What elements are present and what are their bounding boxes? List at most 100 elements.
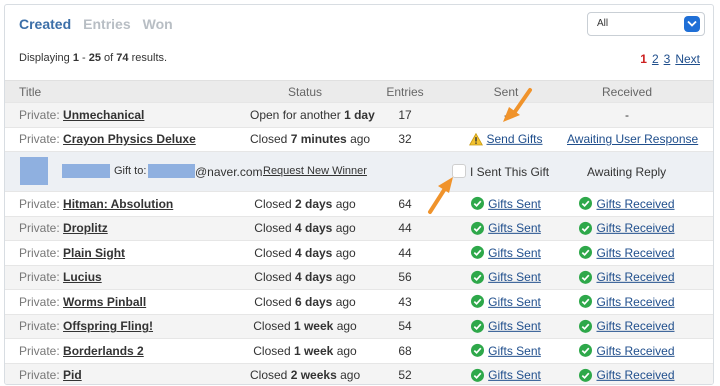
gifts-sent-link[interactable]: Gifts Sent [488,319,541,333]
table-row: Private: Lucius Closed 4 days ago 56 Gif… [5,264,713,289]
gifts-sent-link[interactable]: Gifts Sent [488,270,541,284]
game-link[interactable]: Pid [63,368,82,382]
gifts-received-link[interactable]: Gifts Received [596,221,674,235]
table-header: Title Status Entries Sent Received [5,80,713,102]
annotation-arrow-icon [503,88,532,122]
title-cell: Private: Droplitz [19,221,108,235]
gifts-received-link[interactable]: Gifts Received [596,197,674,211]
sent-cell: Gifts Sent [451,246,561,260]
game-link[interactable]: Lucius [63,270,102,284]
game-link[interactable]: Hitman: Absolution [63,197,173,211]
giveaways-table: Title Status Entries Sent Received Priva… [5,80,713,384]
title-cell: Private: Unmechanical [19,108,144,122]
next-page-link[interactable]: Next [675,52,700,66]
awaiting-response-link[interactable]: Awaiting User Response [567,132,698,146]
sent-gift-label[interactable]: I Sent This Gift [470,165,549,179]
received-cell: Gifts Received [567,246,687,260]
status-duration: 1 day [344,107,375,122]
results-summary: Displaying 1 - 25 of 74 results. [19,52,167,64]
status-cell: Closed 1 week ago [250,344,360,358]
private-prefix: Private: [19,319,60,334]
received-cell: Gifts Received [567,197,687,211]
tab-created[interactable]: Created [19,16,71,32]
game-link[interactable]: Worms Pinball [63,295,146,309]
check-circle-icon [579,368,593,382]
game-link[interactable]: Crayon Physics Deluxe [63,132,196,146]
status-cell: Closed 6 days ago [250,295,360,309]
gifts-sent-link[interactable]: Gifts Sent [488,344,541,358]
tab-won[interactable]: Won [143,16,173,32]
summary-of: of [104,52,114,64]
page-link-2[interactable]: 2 [652,52,659,66]
game-link[interactable]: Offspring Fling! [63,319,153,333]
entries-cell: 56 [398,270,412,285]
status-suffix: ago [336,319,357,334]
table-row: Private: Borderlands 2 Closed 1 week ago… [5,338,713,363]
game-link[interactable]: Plain Sight [63,246,125,260]
entries-cell: 68 [398,343,412,358]
filter-select[interactable]: All [587,12,705,36]
chevron-down-icon[interactable] [684,16,700,32]
status-text: Closed [254,221,292,236]
page-link-3[interactable]: 3 [664,52,671,66]
request-new-winner-link[interactable]: Request New Winner [263,165,367,177]
gifts-received-link[interactable]: Gifts Received [596,295,674,309]
game-link[interactable]: Droplitz [63,221,108,235]
gifts-received-link[interactable]: Gifts Received [596,368,674,382]
table-row: Private: Droplitz Closed 4 days ago 44 G… [5,215,713,240]
summary-suffix: results. [131,52,168,64]
col-entries: Entries [386,84,424,99]
private-prefix: Private: [19,368,60,383]
title-cell: Private: Hitman: Absolution [19,197,173,211]
table-row: Private: Offspring Fling! Closed 1 week … [5,313,713,338]
private-prefix: Private: [19,294,60,309]
gifts-received-link[interactable]: Gifts Received [596,319,674,333]
status-text: Open for another [250,107,341,122]
check-circle-icon [579,270,593,284]
received-cell: Gifts Received [567,344,687,358]
received-cell: Awaiting User Response [567,132,698,146]
game-link[interactable]: Unmechanical [63,108,144,122]
status-cell: Closed 4 days ago [250,270,360,284]
gifts-sent-link[interactable]: Gifts Sent [488,197,541,211]
status-text: Closed [253,319,291,334]
status-suffix: ago [335,196,356,211]
table-row: Private: Worms Pinball Closed 6 days ago… [5,289,713,314]
gifts-received-link[interactable]: Gifts Received [596,246,674,260]
private-prefix: Private: [19,343,60,358]
status-suffix: ago [335,245,356,260]
status-suffix: ago [335,221,356,236]
title-cell: Private: Pid [19,368,82,382]
check-circle-icon [471,196,485,210]
title-cell: Private: Crayon Physics Deluxe [19,132,196,146]
table-row: Private: Pid Closed 2 weeks ago 52 Gifts… [5,362,713,384]
giveaways-panel: Created Entries Won All Displaying 1 - 2… [4,4,714,385]
gifts-sent-link[interactable]: Gifts Sent [488,295,541,309]
received-cell: Gifts Received [567,368,687,382]
summary-from: 1 [72,52,79,64]
sent-cell: Gifts Sent [451,319,561,333]
gift-to-label: Gift to: [114,165,147,177]
check-circle-icon [579,196,593,210]
summary-prefix: Displaying [19,52,70,64]
send-gifts-link[interactable]: Send Gifts [486,132,542,146]
check-circle-icon [579,319,593,333]
col-received: Received [601,84,653,99]
received-cell: Gifts Received [567,319,687,333]
gifts-sent-link[interactable]: Gifts Sent [488,246,541,260]
tab-entries[interactable]: Entries [83,16,130,32]
gifts-received-link[interactable]: Gifts Received [596,344,674,358]
private-prefix: Private: [19,270,60,285]
status-duration: 4 days [294,270,333,285]
status-text: Closed [250,132,288,147]
entries-cell: 44 [398,221,412,236]
summary-dash: - [82,52,86,64]
status-cell: Closed 7 minutes ago [250,132,370,147]
gifts-sent-link[interactable]: Gifts Sent [488,221,541,235]
private-prefix: Private: [19,196,60,211]
status-cell: Closed 1 week ago [250,319,360,333]
entries-cell: 52 [398,368,412,383]
gifts-sent-link[interactable]: Gifts Sent [488,368,541,382]
game-link[interactable]: Borderlands 2 [63,344,144,358]
gifts-received-link[interactable]: Gifts Received [596,270,674,284]
